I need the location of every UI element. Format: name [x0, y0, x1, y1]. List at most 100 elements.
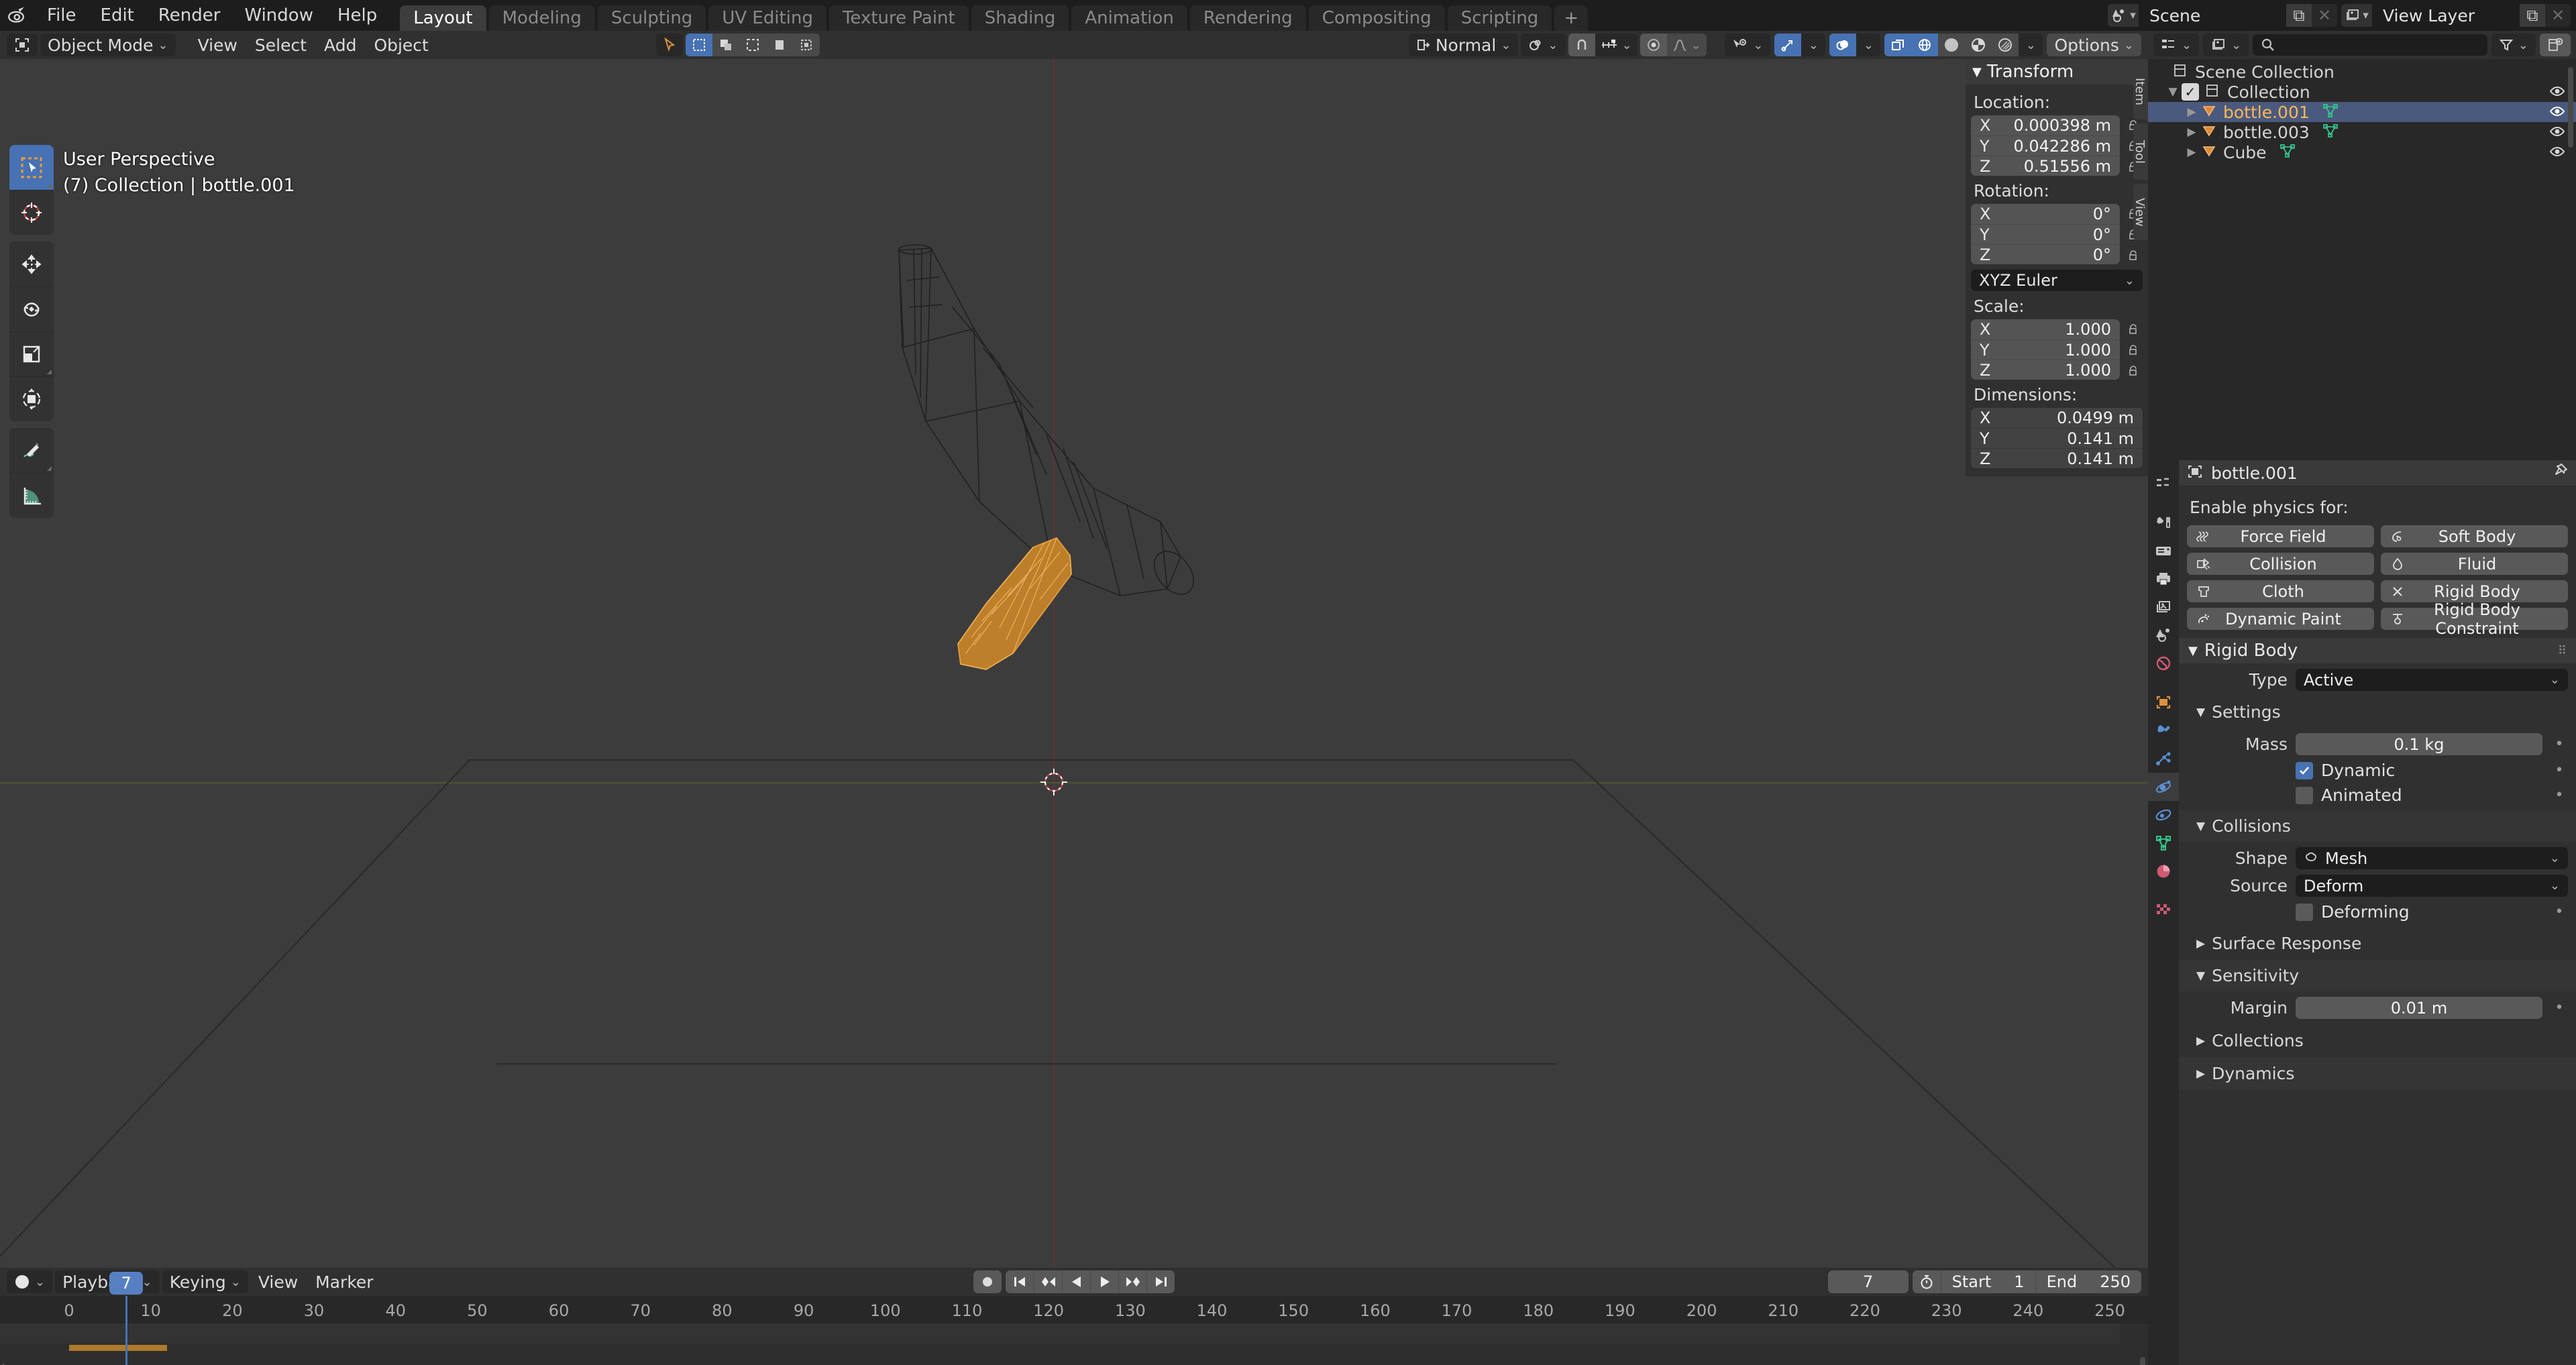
- collections-subpanel-header[interactable]: ▶ Collections: [2187, 1024, 2568, 1057]
- stopwatch-icon[interactable]: [1912, 1270, 1941, 1293]
- gizmo-options-icon[interactable]: ⌄: [1801, 34, 1826, 56]
- next-keyframe-icon[interactable]: [1118, 1270, 1146, 1293]
- start-frame-field[interactable]: Start 1: [1940, 1270, 2035, 1293]
- shading-material-icon[interactable]: [1965, 34, 1992, 56]
- timeline-menu-view[interactable]: View: [251, 1270, 305, 1293]
- play-icon[interactable]: [1090, 1270, 1118, 1293]
- timeline-ruler[interactable]: 0 10 20 30 40 50 60 70 80 90 100 110 120 130 140 150 160…: [0, 1296, 2148, 1323]
- shape-dropdown[interactable]: Mesh ⌄: [2296, 847, 2568, 869]
- dynamic-paint-button[interactable]: Dynamic Paint: [2187, 608, 2374, 630]
- record-icon[interactable]: [973, 1270, 1002, 1293]
- animate-property-dot[interactable]: •: [2551, 762, 2568, 779]
- properties-editor-type-button[interactable]: [2148, 470, 2179, 498]
- menu-help[interactable]: Help: [325, 0, 389, 31]
- jump-end-icon[interactable]: [1146, 1270, 1175, 1293]
- tab-layout[interactable]: Layout: [400, 5, 486, 31]
- outliner-new-collection-button[interactable]: [2540, 34, 2571, 56]
- properties-tab-scene[interactable]: [2148, 621, 2179, 649]
- tab-animation[interactable]: Animation: [1071, 5, 1187, 31]
- mesh-data-icon[interactable]: [2322, 123, 2339, 142]
- fluid-button[interactable]: Fluid: [2381, 553, 2568, 575]
- lock-scale-z-icon[interactable]: [2124, 365, 2143, 377]
- timeline-scrollbar[interactable]: [2140, 1357, 2145, 1365]
- tab-compositing[interactable]: Compositing: [1308, 5, 1445, 31]
- properties-tab-modifiers[interactable]: [2148, 716, 2179, 745]
- viewport-menu-add[interactable]: Add: [317, 34, 364, 56]
- pivot-point-selector[interactable]: ⌄: [1521, 34, 1566, 56]
- proportional-edit-icon[interactable]: [1640, 34, 1667, 56]
- outliner-search-input[interactable]: [2253, 34, 2487, 56]
- scene-icon[interactable]: ▾: [2108, 4, 2139, 27]
- scene-datablock[interactable]: ▾ Scene ⧉ ✕: [2108, 4, 2337, 27]
- jump-start-icon[interactable]: [1006, 1270, 1034, 1293]
- rigid-body-button[interactable]: Rigid Body: [2381, 580, 2568, 602]
- falloff-selector[interactable]: ⌄: [1666, 34, 1707, 56]
- tweak-tool-button[interactable]: [9, 145, 54, 190]
- new-view-layer-button[interactable]: ⧉: [2520, 4, 2545, 27]
- tab-modeling[interactable]: Modeling: [488, 5, 595, 31]
- animate-property-dot[interactable]: •: [2551, 736, 2568, 753]
- pin-icon[interactable]: [2552, 463, 2568, 483]
- xray-toggle-icon[interactable]: [1884, 34, 1912, 56]
- gizmo-toggle-icon[interactable]: [1774, 34, 1802, 56]
- animated-checkbox[interactable]: [2296, 786, 2313, 804]
- view-layer-datablock[interactable]: ▾ View Layer ⧉ ✕: [2341, 4, 2571, 27]
- scale-x-field[interactable]: X 1.000: [1971, 319, 2120, 339]
- sidebar-tab-view[interactable]: View: [2133, 184, 2148, 240]
- force-field-button[interactable]: Force Field: [2187, 525, 2374, 547]
- select-extend-icon[interactable]: [712, 34, 739, 56]
- rigid-body-panel-header[interactable]: ▼ Rigid Body ⠿: [2179, 638, 2576, 663]
- tab-sculpting[interactable]: Sculpting: [597, 5, 706, 31]
- select-intersect-icon[interactable]: [765, 34, 793, 56]
- menu-edit[interactable]: Edit: [89, 0, 146, 31]
- lock-rotation-z-icon[interactable]: [2124, 250, 2143, 262]
- magnet-icon[interactable]: [1568, 34, 1595, 56]
- timeline-playhead[interactable]: [125, 1296, 128, 1365]
- source-dropdown[interactable]: Deform ⌄: [2296, 875, 2568, 897]
- disclosure-triangle-icon[interactable]: ▶: [2183, 125, 2200, 139]
- mesh-data-icon[interactable]: [2279, 143, 2296, 162]
- annotate-tool-button[interactable]: [9, 428, 54, 473]
- sidebar-tab-tool[interactable]: Tool: [2133, 123, 2148, 180]
- margin-value-slider[interactable]: 0.01 m: [2296, 997, 2542, 1019]
- cursor-tool-icon[interactable]: [655, 34, 683, 56]
- dimension-z-field[interactable]: Z 0.141 m: [1971, 448, 2143, 468]
- collisions-subpanel-header[interactable]: ▼ Collisions: [2179, 810, 2576, 842]
- scale-z-field[interactable]: Z 1.000: [1971, 360, 2120, 380]
- lock-scale-y-icon[interactable]: [2124, 344, 2143, 356]
- measure-tool-button[interactable]: [9, 473, 54, 518]
- viewport-menu-object[interactable]: Object: [366, 34, 435, 56]
- outliner-filter-button[interactable]: ⌄: [2491, 34, 2536, 56]
- location-z-field[interactable]: Z 0.51556 m: [1971, 156, 2120, 176]
- visibility-eye-icon[interactable]: [2549, 123, 2565, 142]
- select-difference-icon[interactable]: [792, 34, 820, 56]
- blender-logo-icon[interactable]: [0, 0, 35, 31]
- soft-body-button[interactable]: Soft Body: [2381, 525, 2568, 547]
- outliner-display-mode-button[interactable]: ⌄: [2203, 34, 2249, 56]
- scale-tool-button[interactable]: [9, 331, 54, 376]
- visibility-eye-icon[interactable]: [2549, 143, 2565, 162]
- rigid-body-type-dropdown[interactable]: Active ⌄: [2296, 669, 2568, 691]
- animate-property-dot[interactable]: •: [2551, 999, 2568, 1016]
- view-layer-name[interactable]: View Layer: [2372, 4, 2520, 27]
- collection-visibility-checkbox[interactable]: ✓: [2182, 83, 2199, 101]
- outliner-row-bottle-001[interactable]: ▶ bottle.001: [2148, 102, 2576, 122]
- properties-tab-constraints[interactable]: [2148, 801, 2179, 829]
- rotation-z-field[interactable]: Z 0°: [1971, 244, 2120, 264]
- tab-rendering[interactable]: Rendering: [1189, 5, 1306, 31]
- dynamics-subpanel-header[interactable]: ▶ Dynamics: [2179, 1057, 2576, 1090]
- settings-subpanel-header[interactable]: ▼ Settings: [2187, 696, 2568, 728]
- overlays-options-icon[interactable]: ⌄: [1856, 34, 1881, 56]
- outliner-row-scene-collection[interactable]: Scene Collection: [2148, 62, 2576, 82]
- visibility-eye-icon[interactable]: [2549, 83, 2565, 102]
- editor-type-button[interactable]: [7, 34, 38, 56]
- end-frame-field[interactable]: End 250: [2035, 1270, 2141, 1293]
- lock-scale-x-icon[interactable]: [2124, 323, 2143, 335]
- location-x-field[interactable]: X 0.000398 m: [1971, 115, 2120, 135]
- tab-scripting[interactable]: Scripting: [1447, 5, 1552, 31]
- properties-tab-particles[interactable]: [2148, 745, 2179, 773]
- cursor-tool-button[interactable]: [9, 190, 54, 235]
- visibility-eye-icon[interactable]: [2549, 103, 2565, 122]
- dynamic-checkbox[interactable]: [2296, 761, 2313, 779]
- outliner-row-cube[interactable]: ▶ Cube: [2148, 142, 2576, 162]
